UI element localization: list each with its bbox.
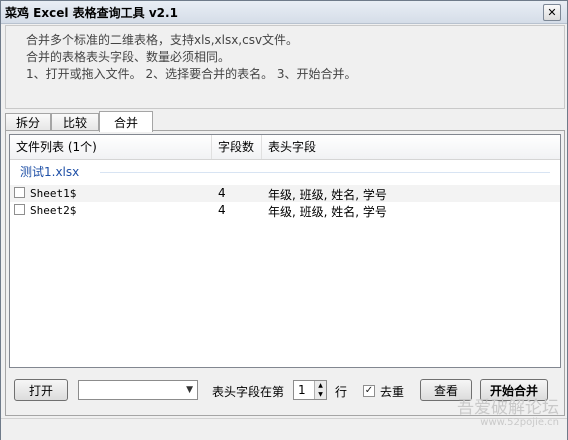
field-count: 4 [218,186,226,200]
column-header-fields[interactable]: 表头字段 [262,135,560,159]
view-button-label: 查看 [433,383,458,398]
file-list[interactable]: 文件列表 (1个) 字段数 表头字段 测试1.xlsx Sheet1$ 4 年级… [9,134,561,368]
header-row-label: 表头字段在第 [212,385,285,399]
app-window: 菜鸡 Excel 表格查询工具 v2.1 ✕ 合并多个标准的二维表格，支持xls… [0,0,568,440]
row-suffix-label: 行 [335,385,348,399]
row-checkbox[interactable] [14,204,25,215]
sheet-combo[interactable]: ▼ [78,380,198,400]
merge-panel: 文件列表 (1个) 字段数 表头字段 测试1.xlsx Sheet1$ 4 年级… [5,130,565,416]
column-header-file-list[interactable]: 文件列表 (1个) [10,135,212,159]
group-header[interactable]: 测试1.xlsx [20,163,79,180]
tab-split[interactable]: 拆分 [5,113,51,131]
dropdown-arrow-icon: ▼ [186,385,193,395]
tab-compare[interactable]: 比较 [51,113,99,131]
watermark-sub: www.52pojie.cn [480,417,559,428]
field-count: 4 [218,203,226,217]
table-row[interactable]: Sheet2$ 4 年级, 班级, 姓名, 学号 [10,202,560,219]
window-title: 菜鸡 Excel 表格查询工具 v2.1 [5,6,178,20]
column-header-field-count[interactable]: 字段数 [212,135,262,159]
table-row[interactable]: Sheet1$ 4 年级, 班级, 姓名, 学号 [10,185,560,202]
tab-merge[interactable]: 合并 [99,111,153,132]
list-header: 文件列表 (1个) 字段数 表头字段 [10,135,560,160]
close-icon: ✕ [547,6,557,19]
tab-merge-label: 合并 [113,115,138,130]
info-line-3: 1、打开或拖入文件。 2、选择要合并的表名。 3、开始合并。 [26,67,357,81]
watermark-main: 吾爱破解论坛 [457,398,559,418]
sheet-name: Sheet2$ [30,204,77,217]
dedupe-label[interactable]: 去重 [380,383,404,400]
close-button[interactable]: ✕ [543,4,561,21]
open-button[interactable]: 打开 [14,379,68,401]
header-fields: 年级, 班级, 姓名, 学号 [268,205,387,219]
info-line-2: 合并的表格表头字段、数量必须相同。 [26,50,231,64]
open-button-label: 打开 [28,383,53,398]
row-checkbox[interactable] [14,187,25,198]
info-line-1: 合并多个标准的二维表格，支持xls,xlsx,csv文件。 [26,33,299,47]
info-panel: 合并多个标准的二维表格，支持xls,xlsx,csv文件。 合并的表格表头字段、… [5,25,565,109]
tab-split-label: 拆分 [15,116,40,130]
title-bar: 菜鸡 Excel 表格查询工具 v2.1 ✕ [1,1,567,24]
dedupe-checkbox[interactable]: ✓ [363,385,375,397]
sheet-name: Sheet1$ [30,187,77,200]
header-row-value: 1 [298,383,306,397]
header-fields: 年级, 班级, 姓名, 学号 [268,188,387,202]
spin-down-icon[interactable]: ▼ [314,390,326,399]
tab-compare-label: 比较 [62,116,87,130]
checkmark-icon: ✓ [364,385,374,396]
header-row-stepper[interactable]: 1 ▲ ▼ [293,380,327,400]
group-divider [100,172,550,173]
